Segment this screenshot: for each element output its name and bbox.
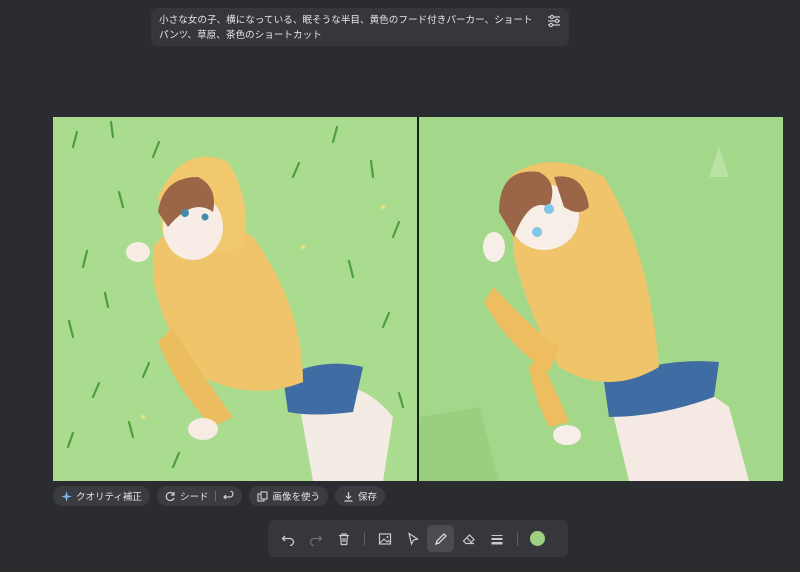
- seed-label: シード: [179, 492, 209, 503]
- quality-label: クオリティ補正: [76, 492, 142, 503]
- image-icon: [378, 532, 391, 545]
- save-label: 保存: [357, 492, 377, 503]
- save-button[interactable]: 保存: [334, 486, 385, 506]
- stroke-width-button[interactable]: [483, 525, 510, 552]
- download-icon: [344, 491, 353, 502]
- image-button[interactable]: [371, 525, 398, 552]
- image-actions: クオリティ補正 シード 画像を使う 保存: [53, 486, 385, 506]
- canvas-area: [53, 117, 783, 481]
- seed-button[interactable]: シード: [156, 486, 243, 506]
- sketch-canvas[interactable]: [419, 117, 783, 481]
- chip-separator: [215, 491, 217, 501]
- toolbar-separator: [364, 531, 365, 546]
- drawing-toolbar: [268, 520, 568, 557]
- color-picker[interactable]: [524, 525, 551, 552]
- stroke-width-icon: [491, 534, 502, 544]
- generated-image: [53, 117, 417, 481]
- use-image-label: 画像を使う: [272, 492, 320, 503]
- prompt-text: 小さな女の子、横になっている、眠そうな半目、黄色のフード付きパーカー、ショートパ…: [159, 15, 533, 41]
- eraser-button[interactable]: [455, 525, 482, 552]
- prompt-input[interactable]: 小さな女の子、横になっている、眠そうな半目、黄色のフード付きパーカー、ショートパ…: [151, 8, 569, 46]
- eraser-icon: [462, 533, 475, 544]
- trash-icon: [338, 532, 349, 545]
- sparkle-icon: [61, 490, 72, 502]
- copy-icon: [257, 490, 269, 502]
- toolbar-separator: [517, 531, 518, 546]
- refresh-icon: [165, 491, 175, 501]
- use-image-button[interactable]: 画像を使う: [249, 486, 328, 506]
- pen-button[interactable]: [427, 525, 454, 552]
- undo-seed-icon[interactable]: [223, 490, 234, 502]
- redo-icon: [309, 535, 322, 546]
- undo-button[interactable]: [274, 525, 301, 552]
- quality-button[interactable]: クオリティ補正: [53, 486, 150, 506]
- select-button[interactable]: [399, 525, 426, 552]
- select-arrow-icon: [407, 531, 419, 546]
- current-color-swatch: [530, 531, 545, 546]
- delete-button[interactable]: [330, 525, 357, 552]
- redo-button[interactable]: [302, 525, 329, 552]
- sliders-icon[interactable]: [547, 14, 561, 28]
- pen-icon: [434, 532, 447, 545]
- undo-icon: [281, 535, 294, 546]
